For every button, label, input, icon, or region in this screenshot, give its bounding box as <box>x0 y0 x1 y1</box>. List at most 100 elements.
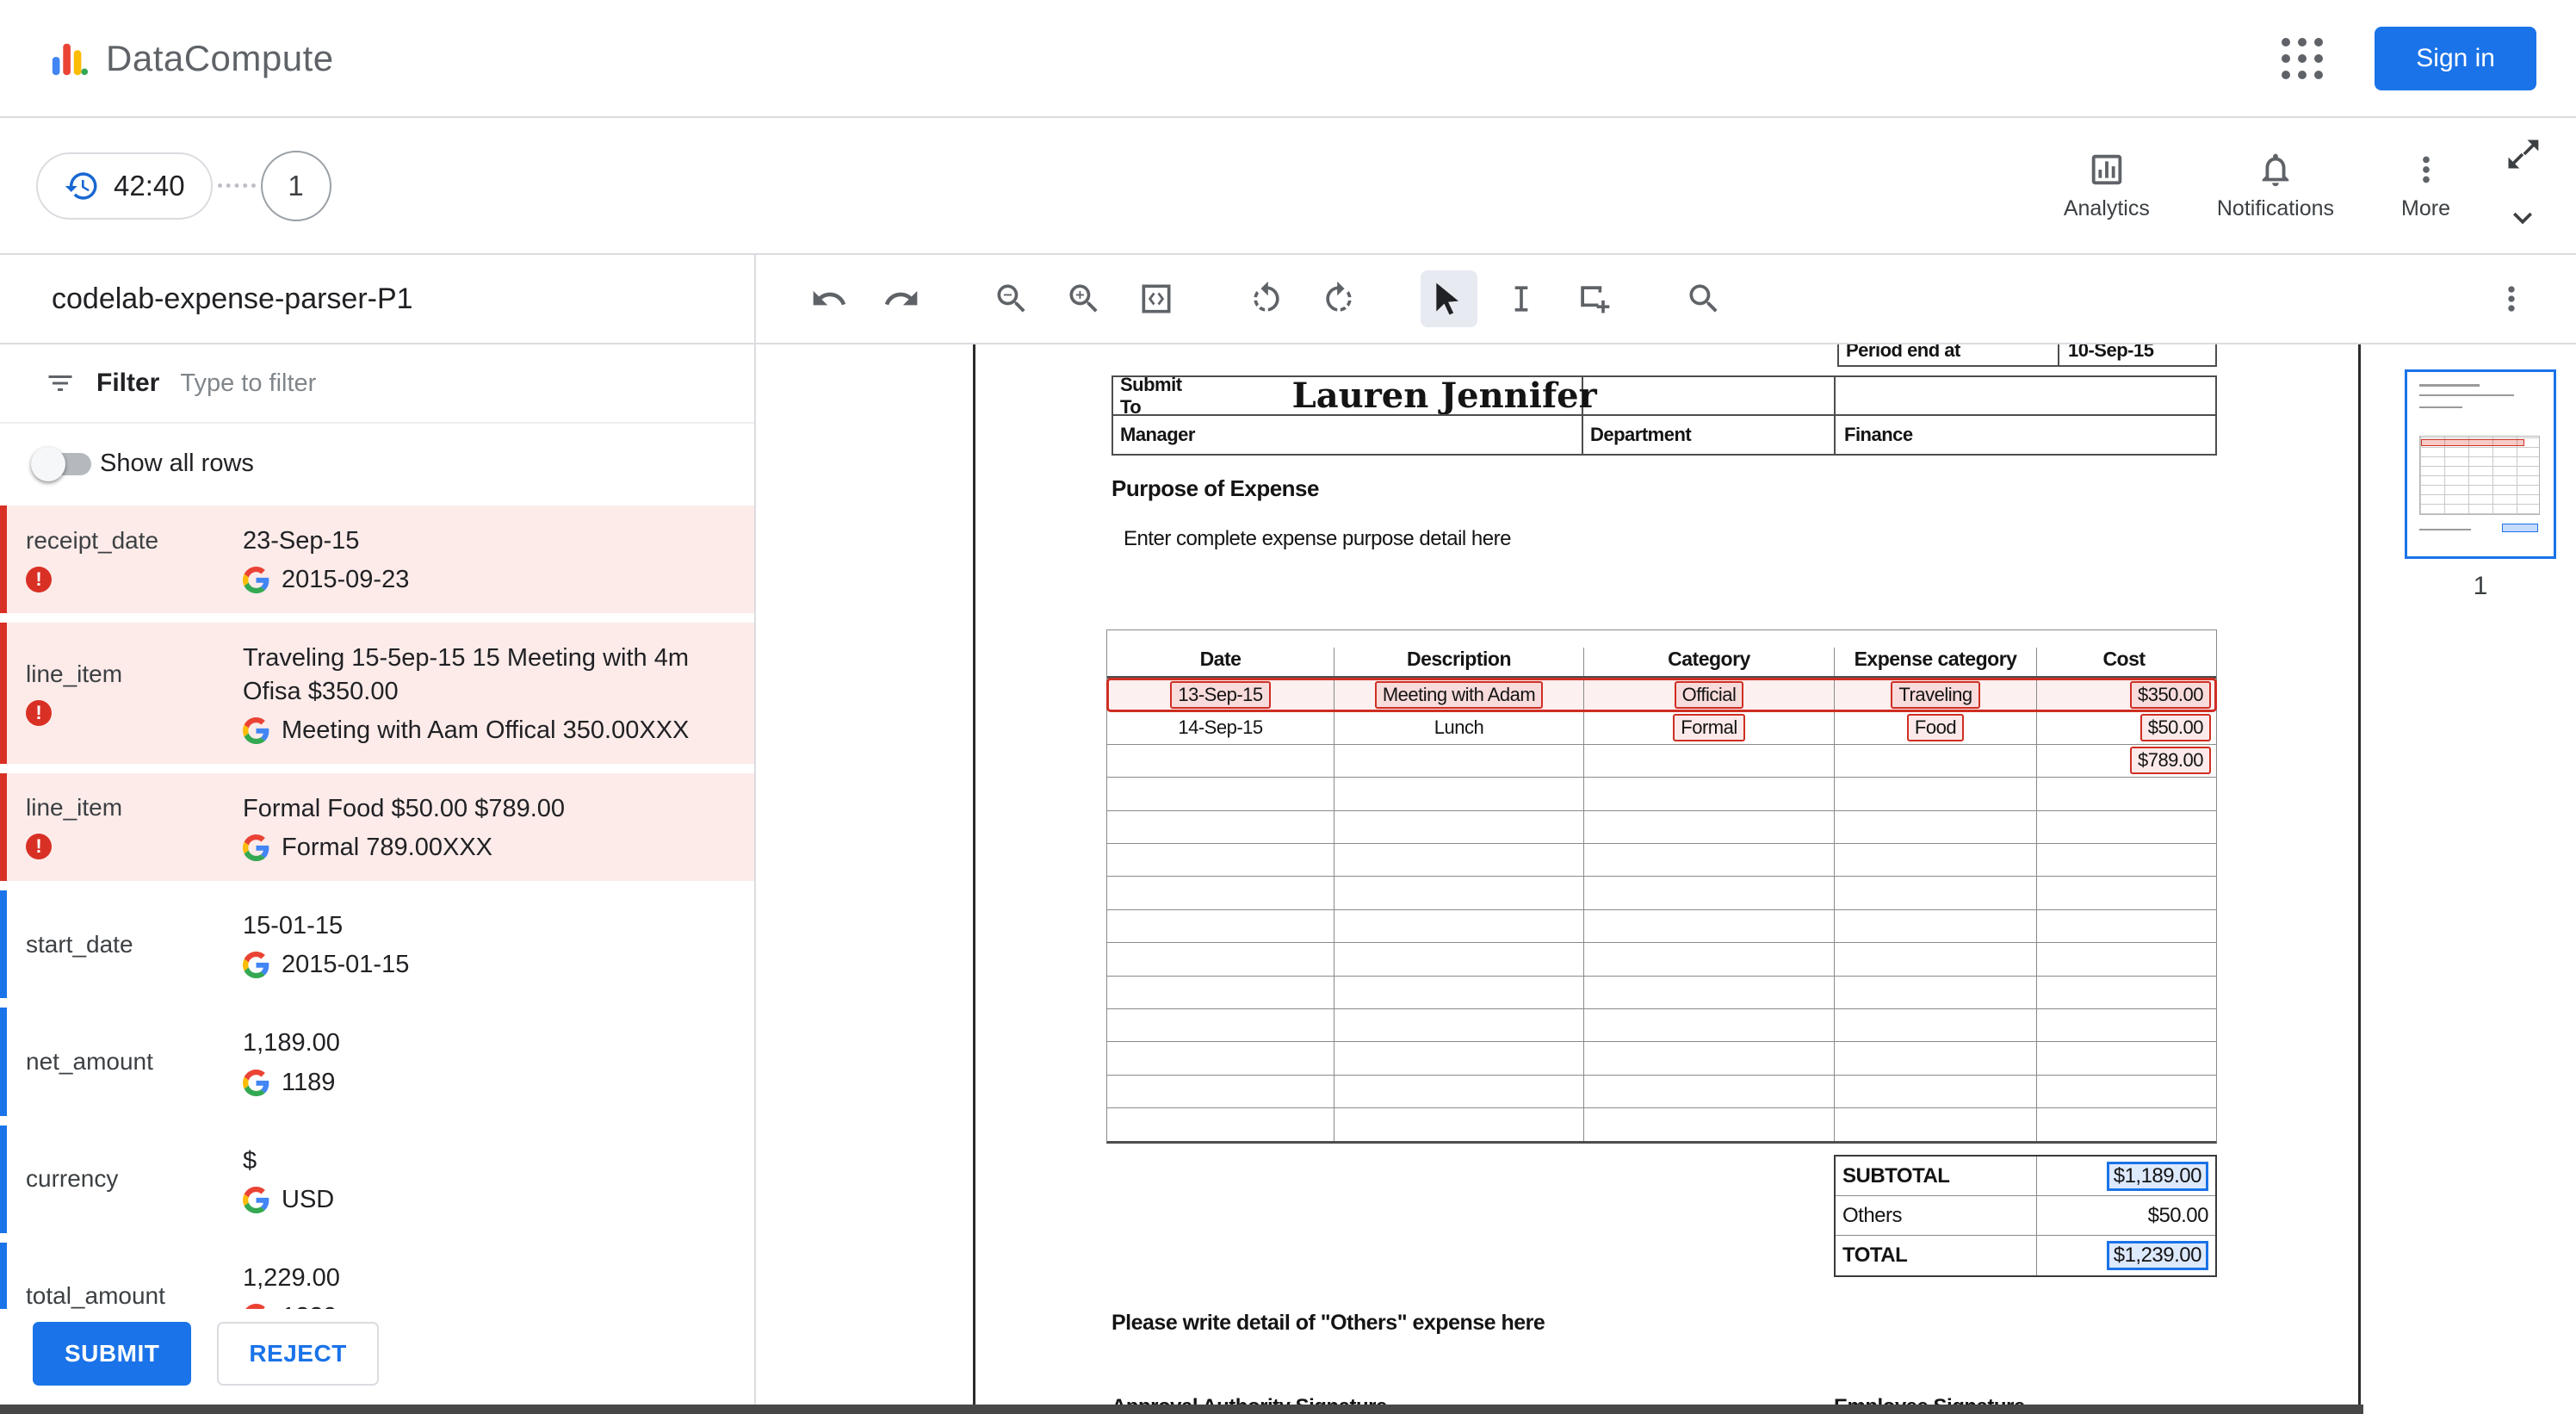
expense-table-cell <box>1584 1108 1835 1142</box>
task-step-indicator[interactable]: 1 <box>260 150 331 221</box>
expense-table-header-cell: Cost <box>2102 648 2146 670</box>
expense-table-cell <box>1584 1042 1835 1075</box>
expense-table-header-cell: Date <box>1107 648 1334 676</box>
notifications-button[interactable]: Notifications <box>2217 150 2334 221</box>
analytics-label: Analytics <box>2063 196 2150 220</box>
datacompute-logo-icon <box>52 43 89 75</box>
google-g-icon <box>243 1186 269 1213</box>
annotation-box[interactable]: Traveling <box>1891 680 1980 709</box>
summary-row: Others $50.00 <box>1836 1196 2215 1236</box>
apps-grid-icon[interactable] <box>2282 37 2324 79</box>
reject-button[interactable]: REJECT <box>217 1322 379 1386</box>
filter-label: Filter <box>96 369 160 397</box>
expense-table-row <box>1107 877 2216 910</box>
expense-table-row <box>1107 976 2216 1009</box>
expense-table-cell <box>1835 1042 2037 1075</box>
expense-table-cell <box>1584 909 1835 943</box>
field-row[interactable]: receipt_date ! 23-Sep-15 2015-09-23 <box>0 505 754 614</box>
annotation-box[interactable]: $50.00 <box>2139 714 2211 742</box>
expense-table-cell <box>1835 943 2037 976</box>
expense-table-cell <box>1835 778 2037 810</box>
expense-cell-value: 14-Sep-15 <box>1178 716 1263 739</box>
expense-table-cell <box>1334 877 1584 909</box>
expense-table-header-cell: Category <box>1584 648 1835 676</box>
annotation-box[interactable]: Formal <box>1673 714 1745 742</box>
submit-button[interactable]: SUBMIT <box>33 1322 192 1386</box>
analytics-button[interactable]: Analytics <box>2064 150 2150 221</box>
expense-table-cell <box>1584 1075 1835 1108</box>
expense-table-cell <box>1835 1075 2037 1108</box>
redo-button[interactable] <box>873 270 930 327</box>
expense-table-cell <box>2037 910 2216 942</box>
annotation-box[interactable]: 13-Sep-15 <box>1170 680 1271 709</box>
page-thumbnail[interactable] <box>2405 369 2556 559</box>
expense-table-cell <box>1835 909 2037 943</box>
expense-table-row: $789.00 <box>1107 744 2216 778</box>
expense-table-cell: Traveling <box>1835 679 2037 711</box>
field-normalized-value: 2015-09-23 <box>282 566 410 594</box>
error-icon: ! <box>26 566 52 592</box>
field-row[interactable]: start_date 15-01-15 2015-01-15 <box>0 890 754 999</box>
manager-label: Manager <box>1113 416 1583 454</box>
purpose-placeholder-text: Enter complete expense purpose detail he… <box>1124 527 1511 550</box>
text-select-tool-button[interactable] <box>1493 270 1550 327</box>
summary-table: SUBTOTAL $1,189.00 Others $50.00 TOTAL $1,239… <box>1834 1155 2217 1277</box>
expense-table-body: 13-Sep-15 Meeting with Adam Official Travel… <box>1106 677 2217 1142</box>
undo-button[interactable] <box>801 270 858 327</box>
sign-in-button[interactable]: Sign in <box>2375 26 2536 90</box>
rotate-right-button[interactable] <box>1310 270 1367 327</box>
expense-table-cell: $50.00 <box>2037 711 2216 743</box>
expense-table-cell: Lunch <box>1334 711 1584 744</box>
annotation-box[interactable]: Food <box>1906 714 1965 742</box>
expense-table-cell <box>1107 943 1334 976</box>
field-row[interactable]: currency $ USD <box>0 1125 754 1233</box>
code-view-button[interactable] <box>1128 270 1185 327</box>
field-name: net_amount <box>26 1047 153 1075</box>
field-value: 1,229.00 <box>243 1263 340 1292</box>
expense-table-cell <box>1334 976 1584 1008</box>
annotation-box[interactable]: Meeting with Adam <box>1374 680 1544 709</box>
expense-table-cell: 13-Sep-15 <box>1107 679 1334 711</box>
more-label: More <box>2401 196 2450 220</box>
field-row[interactable]: line_item ! Formal Food $50.00 $789.00 F… <box>0 772 754 882</box>
rotate-left-button[interactable] <box>1238 270 1295 327</box>
expense-table-cell <box>1107 1042 1334 1075</box>
expense-table-row <box>1107 843 2216 878</box>
zoom-in-button[interactable] <box>1056 270 1112 327</box>
select-tool-button[interactable] <box>1421 270 1477 327</box>
expense-table-cell <box>1107 877 1334 909</box>
search-button[interactable] <box>1675 270 1732 327</box>
expense-table-row <box>1107 1075 2216 1109</box>
processor-title: codelab-expense-parser-P1 <box>52 282 413 315</box>
expense-table-row <box>1107 1042 2216 1076</box>
field-row[interactable]: net_amount 1,189.00 1189 <box>0 1008 754 1116</box>
field-normalized-value: Meeting with Aam Offical 350.00XXX <box>282 716 690 744</box>
toolbar-overflow-button[interactable] <box>2483 270 2540 327</box>
others-note: Please write detail of "Others" expense … <box>1112 1311 1545 1335</box>
annotation-box[interactable]: Official <box>1674 680 1744 709</box>
google-g-icon <box>243 1069 269 1096</box>
field-name: start_date <box>26 930 133 958</box>
expense-table-cell <box>1584 810 1835 843</box>
annotation-box[interactable]: $789.00 <box>2129 747 2211 775</box>
google-g-icon <box>243 567 269 594</box>
expense-table-cell <box>1107 744 1334 778</box>
viewer-bottom-edge <box>0 1405 2363 1414</box>
document-viewer[interactable]: Period end at 10-Sep-15 Submit To Lauren… <box>756 344 2363 1414</box>
filter-row: Filter <box>0 344 754 424</box>
zoom-out-button[interactable] <box>983 270 1040 327</box>
filter-input[interactable] <box>180 369 728 398</box>
chevron-down-icon[interactable] <box>2504 199 2542 237</box>
show-all-rows-toggle[interactable] <box>31 446 91 481</box>
expense-table-cell: $789.00 <box>2037 745 2216 777</box>
more-button[interactable]: More <box>2401 150 2450 221</box>
annotation-box[interactable]: $1,189.00 <box>2106 1161 2208 1191</box>
field-value: 15-01-15 <box>243 912 344 940</box>
add-bounding-box-button[interactable] <box>1565 270 1622 327</box>
annotation-box[interactable]: $350.00 <box>2129 680 2211 709</box>
fullscreen-expand-icon[interactable] <box>2504 135 2542 173</box>
field-row[interactable]: line_item ! Traveling 15-5ep-15 15 Meeti… <box>0 623 754 764</box>
field-name: currency <box>26 1165 119 1193</box>
expense-table-header: Date Description Category Expense category C… <box>1107 630 2216 679</box>
annotation-box[interactable]: $1,239.00 <box>2106 1241 2208 1270</box>
